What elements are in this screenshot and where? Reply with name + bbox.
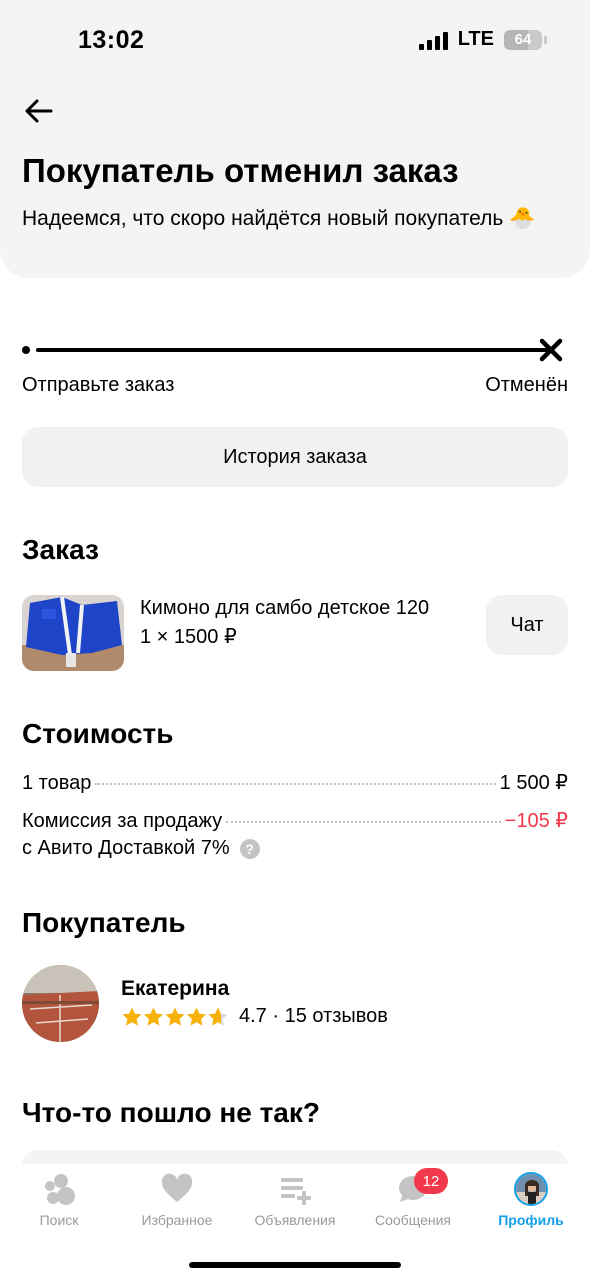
rating-stars-icon: [122, 1007, 228, 1026]
progress-line: [36, 348, 548, 352]
order-progress-track: [22, 337, 568, 363]
cost-fee-label-line2-row: с Авито Доставкой 7% ?: [22, 837, 260, 860]
back-arrow-icon[interactable]: [22, 94, 56, 128]
home-indicator: [189, 1262, 401, 1268]
buyer-rating-row[interactable]: 4.7 · 15 отзывов: [121, 1005, 388, 1028]
listings-icon: [281, 1178, 311, 1205]
status-indicators: LTE 64: [418, 28, 547, 51]
buyer-avatar[interactable]: [22, 965, 99, 1042]
help-icon[interactable]: ?: [239, 838, 260, 859]
tab-messages[interactable]: 12 Сообщения: [354, 1168, 472, 1228]
status-time: 13:02: [78, 26, 145, 54]
tab-favorites-label: Избранное: [141, 1212, 213, 1228]
cost-items-value: 1 500 ₽: [499, 772, 568, 794]
messages-badge: 12: [414, 1168, 448, 1194]
page-subtitle: Надеемся, что скоро найдётся новый покуп…: [22, 207, 536, 230]
tab-profile-label: Профиль: [498, 1212, 564, 1228]
progress-start-label: Отправьте заказ: [22, 374, 175, 396]
profile-avatar: [514, 1172, 548, 1206]
tab-messages-label: Сообщения: [375, 1212, 451, 1228]
cost-fee-value: −105 ₽: [504, 810, 568, 832]
cost-heading: Стоимость: [22, 718, 174, 749]
tab-search-label: Поиск: [39, 1212, 79, 1228]
cost-fee-row: Комиссия за продажу −105 ₽: [22, 808, 568, 833]
tab-listings-label: Объявления: [254, 1212, 336, 1228]
header-panel: 13:02 LTE 64 Покупатель отменил заказ На…: [0, 0, 590, 278]
cost-fee-label: Комиссия за продажу: [22, 810, 223, 832]
network-type: LTE: [457, 28, 494, 50]
page-title: Покупатель отменил заказ: [22, 152, 459, 189]
cancelled-x-icon: [538, 337, 564, 363]
tab-profile[interactable]: Профиль: [472, 1172, 590, 1228]
cost-items-label: 1 товар: [22, 772, 92, 794]
search-icon: [45, 1174, 75, 1205]
problem-heading: Что-то пошло не так?: [22, 1097, 320, 1128]
order-history-button[interactable]: История заказа: [22, 427, 568, 487]
tab-search[interactable]: Поиск: [0, 1172, 118, 1228]
dotted-leader: [226, 821, 501, 823]
battery-icon: 64: [504, 29, 547, 50]
signal-icon: [418, 30, 448, 50]
product-quantity-price: 1 × 1500 ₽: [140, 626, 237, 648]
buyer-name[interactable]: Екатерина: [121, 977, 229, 1001]
tab-favorites[interactable]: Избранное: [118, 1172, 236, 1228]
order-heading: Заказ: [22, 534, 99, 565]
product-name[interactable]: Кимоно для самбо детское 120: [140, 597, 429, 620]
cost-fee-label-line2: с Авито Доставкой 7%: [22, 837, 230, 859]
battery-level: 64: [514, 30, 532, 48]
cost-items-row: 1 товар 1 500 ₽: [22, 770, 568, 795]
buyer-heading: Покупатель: [22, 907, 186, 938]
heart-icon: [161, 1173, 193, 1202]
chat-button[interactable]: Чат: [486, 595, 568, 655]
buyer-rating-text: 4.7 · 15 отзывов: [239, 1005, 388, 1027]
tab-listings[interactable]: Объявления: [236, 1172, 354, 1228]
dotted-leader: [95, 783, 496, 785]
progress-start-dot: [22, 346, 30, 354]
progress-end-label: Отменён: [485, 374, 568, 396]
product-image[interactable]: [22, 595, 124, 671]
